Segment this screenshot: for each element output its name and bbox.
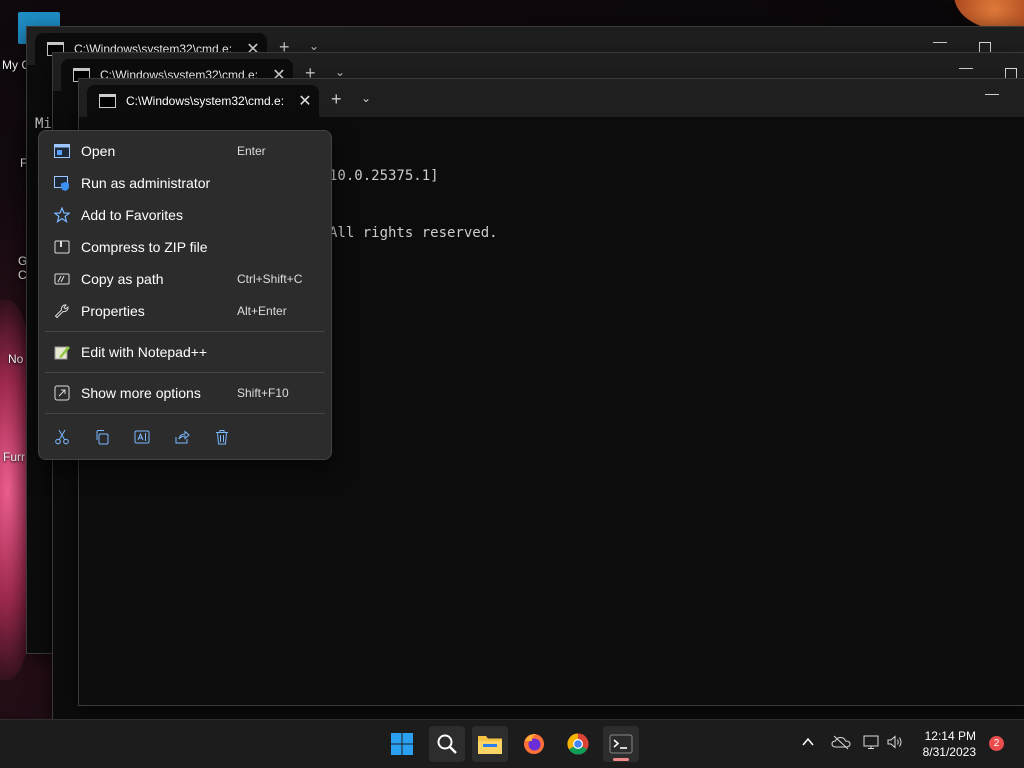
share-button[interactable] xyxy=(169,425,195,449)
chrome-button[interactable] xyxy=(560,726,596,762)
file-explorer-button[interactable] xyxy=(472,726,508,762)
delete-icon xyxy=(216,430,228,445)
cmd-icon xyxy=(99,94,116,108)
terminal-icon xyxy=(609,734,633,754)
new-tab-button[interactable]: + xyxy=(331,89,342,110)
menu-item-label: Edit with Notepad++ xyxy=(81,344,208,360)
menu-separator xyxy=(45,413,325,414)
taskbar-clock[interactable]: 12:14 PM 8/31/2023 xyxy=(923,728,976,760)
terminal-line: 10.0.25375.1] xyxy=(329,168,439,184)
minimize-icon[interactable]: — xyxy=(985,85,999,101)
zip-icon xyxy=(53,238,71,256)
menu-item-open[interactable]: Open Enter xyxy=(45,136,325,166)
copy-button[interactable] xyxy=(89,425,115,449)
menu-item-run-as-administrator[interactable]: Run as administrator xyxy=(45,168,325,198)
file-explorer-icon xyxy=(478,736,502,754)
desktop-icon-label[interactable]: Furr xyxy=(3,450,25,464)
onedrive-offline-icon xyxy=(831,735,851,750)
show-hidden-icons-button[interactable] xyxy=(800,734,816,750)
network-icon xyxy=(863,735,879,749)
notification-badge[interactable]: 2 xyxy=(989,736,1004,751)
copy-icon xyxy=(96,430,109,445)
volume-button[interactable] xyxy=(886,734,904,750)
chrome-icon xyxy=(567,733,589,755)
menu-separator xyxy=(45,331,325,332)
taskbar: 12:14 PM 8/31/2023 2 xyxy=(0,719,1024,768)
context-menu: Open Enter Run as administrator Add to F… xyxy=(38,130,332,460)
menu-item-edit-with-notepad-plus-plus[interactable]: Edit with Notepad++ xyxy=(45,337,325,367)
desktop-icon-label[interactable]: No xyxy=(8,352,23,366)
network-button[interactable] xyxy=(863,734,881,750)
more-options-icon xyxy=(53,384,71,402)
menu-item-add-to-favorites[interactable]: Add to Favorites xyxy=(45,200,325,230)
onedrive-button[interactable] xyxy=(831,734,851,750)
minimize-icon[interactable]: — xyxy=(933,33,947,49)
menu-item-label: Add to Favorites xyxy=(81,207,183,223)
admin-shield-icon xyxy=(53,174,71,192)
start-button[interactable] xyxy=(384,726,420,762)
start-icon xyxy=(391,733,413,755)
minimize-icon[interactable]: — xyxy=(959,59,973,75)
search-button[interactable] xyxy=(429,726,465,762)
volume-icon xyxy=(887,735,902,749)
menu-item-label: Properties xyxy=(81,303,145,319)
notepad-plus-plus-icon xyxy=(53,343,71,361)
menu-item-shortcut: Enter xyxy=(237,144,266,158)
menu-item-properties[interactable]: Properties Alt+Enter xyxy=(45,296,325,326)
star-icon xyxy=(53,206,71,224)
copy-path-icon xyxy=(53,270,71,288)
rename-icon xyxy=(134,430,150,444)
share-icon xyxy=(175,430,190,444)
menu-separator xyxy=(45,372,325,373)
menu-item-label: Run as administrator xyxy=(81,175,211,191)
menu-item-shortcut: Ctrl+Shift+C xyxy=(237,272,303,286)
delete-button[interactable] xyxy=(209,425,235,449)
search-icon xyxy=(437,734,457,754)
cut-button[interactable] xyxy=(49,425,75,449)
menu-item-label: Show more options xyxy=(81,385,201,401)
menu-item-show-more-options[interactable]: Show more options Shift+F10 xyxy=(45,378,325,408)
tab-close-icon[interactable]: ✕ xyxy=(297,91,313,111)
wrench-icon xyxy=(53,302,71,320)
menu-item-shortcut: Alt+Enter xyxy=(237,304,287,318)
open-icon xyxy=(53,142,71,160)
chevron-up-icon xyxy=(802,737,814,746)
rename-button[interactable] xyxy=(129,425,155,449)
terminal-tab[interactable]: C:\Windows\system32\cmd.e: ✕ xyxy=(87,85,319,117)
terminal-line: All rights reserved. xyxy=(329,225,498,241)
terminal-button[interactable] xyxy=(603,726,639,762)
cut-icon xyxy=(55,429,69,445)
chevron-down-icon[interactable]: ⌄ xyxy=(335,65,345,79)
chevron-down-icon[interactable]: ⌄ xyxy=(361,91,371,105)
menu-item-copy-as-path[interactable]: Copy as path Ctrl+Shift+C xyxy=(45,264,325,294)
firefox-button[interactable] xyxy=(516,726,552,762)
terminal-titlebar[interactable]: C:\Windows\system32\cmd.e: ✕ + ⌄ — xyxy=(79,79,1024,117)
clock-date: 8/31/2023 xyxy=(922,745,976,759)
clock-time: 12:14 PM xyxy=(924,729,976,743)
menu-item-label: Compress to ZIP file xyxy=(81,239,208,255)
active-app-indicator xyxy=(613,758,629,761)
firefox-icon xyxy=(524,734,544,754)
menu-item-shortcut: Shift+F10 xyxy=(237,386,289,400)
chevron-down-icon[interactable]: ⌄ xyxy=(309,39,319,53)
menu-item-label: Open xyxy=(81,143,116,159)
tab-title: C:\Windows\system32\cmd.e: xyxy=(126,94,285,108)
menu-item-label: Copy as path xyxy=(81,271,164,287)
menu-item-compress-to-zip[interactable]: Compress to ZIP file xyxy=(45,232,325,262)
